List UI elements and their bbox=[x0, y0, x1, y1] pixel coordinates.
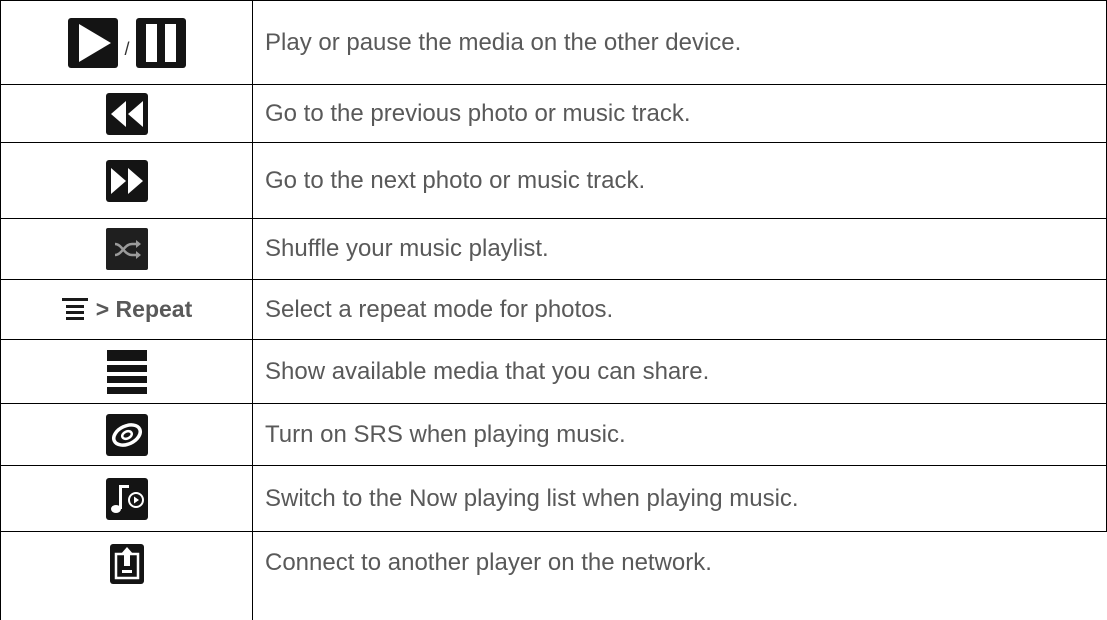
icon-cell bbox=[1, 219, 253, 279]
icon-description-table: / Play or pause the media on the other d… bbox=[0, 0, 1107, 620]
menu-icon bbox=[61, 297, 88, 322]
srs-icon bbox=[106, 413, 148, 456]
row-description: Show available media that you can share. bbox=[265, 357, 710, 385]
row-description: Play or pause the media on the other dev… bbox=[265, 28, 742, 56]
icon-cell bbox=[1, 466, 253, 531]
now-playing-icon bbox=[106, 477, 148, 520]
icon-cell bbox=[1, 340, 253, 403]
icon-cell: / bbox=[1, 1, 253, 84]
row-description: Select a repeat mode for photos. bbox=[265, 295, 614, 323]
table-row: Connect to another player on the network… bbox=[0, 532, 1107, 620]
repeat-menu-label: > Repeat bbox=[95, 296, 193, 322]
pause-icon bbox=[135, 17, 186, 68]
shuffle-icon bbox=[106, 228, 148, 270]
icon-cell bbox=[1, 532, 253, 620]
table-row: > Repeat Select a repeat mode for photos… bbox=[0, 280, 1107, 339]
play-icon bbox=[68, 17, 119, 68]
table-row: / Play or pause the media on the other d… bbox=[0, 1, 1107, 84]
icon-separator: / bbox=[124, 39, 130, 59]
row-description: Connect to another player on the network… bbox=[265, 549, 712, 576]
row-description: Shuffle your music playlist. bbox=[265, 235, 549, 262]
row-description: Switch to the Now playing list when play… bbox=[265, 484, 799, 512]
table-row: Switch to the Now playing list when play… bbox=[0, 466, 1107, 531]
icon-cell bbox=[1, 404, 253, 465]
previous-icon bbox=[106, 92, 148, 135]
next-icon bbox=[106, 159, 148, 202]
row-description: Go to the next photo or music track. bbox=[265, 166, 646, 194]
table-row: Shuffle your music playlist. bbox=[0, 219, 1107, 279]
row-description: Turn on SRS when playing music. bbox=[265, 420, 626, 448]
row-description: Go to the previous photo or music track. bbox=[265, 99, 691, 127]
connect-player-icon bbox=[110, 544, 144, 584]
table-row: Turn on SRS when playing music. bbox=[0, 404, 1107, 465]
table-row: Go to the previous photo or music track. bbox=[0, 85, 1107, 142]
icon-cell bbox=[1, 85, 253, 142]
icon-cell: > Repeat bbox=[1, 280, 253, 339]
icon-cell bbox=[1, 143, 253, 218]
table-row: Go to the next photo or music track. bbox=[0, 143, 1107, 218]
table-row: Show available media that you can share. bbox=[0, 340, 1107, 403]
list-icon bbox=[107, 349, 147, 394]
